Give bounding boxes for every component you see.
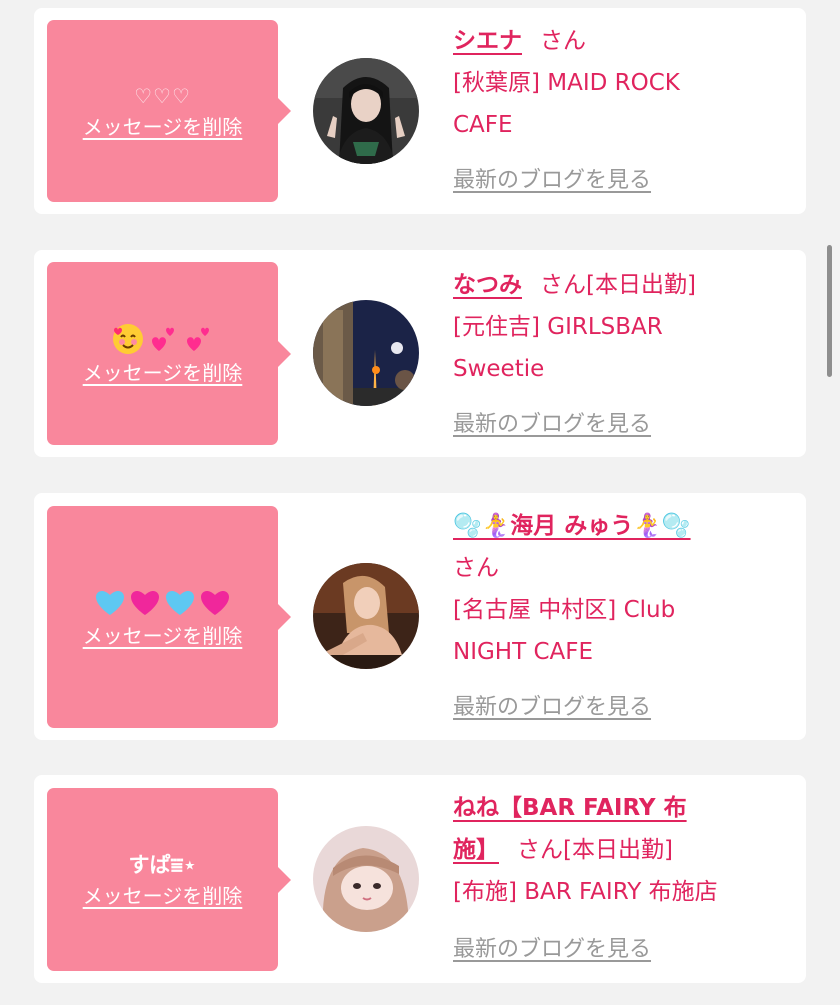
pink-heart-icon [199, 587, 231, 617]
cast-info: シエナ さん [秋葉原] MAID ROCK CAFE [453, 20, 793, 146]
shop-line-2: NIGHT CAFE [453, 639, 594, 665]
cast-name-link-continued[interactable]: 施】 [453, 837, 499, 863]
status-badge: [本日出勤] [563, 837, 673, 863]
shop-line-2: CAFE [453, 112, 513, 138]
pink-heart-icon [129, 587, 161, 617]
shop-line-2: Sweetie [453, 356, 545, 382]
name-row: なつみ さん[本日出勤] [453, 264, 793, 306]
latest-blog-link[interactable]: 最新のブログを見る [453, 693, 651, 723]
latest-blog-link[interactable]: 最新のブログを見る [453, 935, 651, 965]
message-text: ♡♡♡ [134, 84, 191, 108]
name-row: シエナ さん [453, 20, 793, 62]
message-emoji [111, 321, 215, 357]
smiling-face-with-hearts-icon [111, 322, 145, 356]
shop-line-1: [元住吉] GIRLSBAR [453, 314, 663, 340]
message-bubble: ♡♡♡ メッセージを削除 [47, 20, 291, 202]
cast-card: メッセージを削除 なつみ さん[本日出勤] [元住吉] GIRLSBAR Swee… [34, 250, 806, 457]
cast-card: メッセージを削除 🫧🧜‍♀️海月 みゅう🧜‍♀️🫧 さん [名古屋 中村区] C… [34, 493, 806, 740]
honorific: さん [540, 272, 586, 298]
favorites-list: ♡♡♡ メッセージを削除 シエナさん [秋葉原] MAID ROCK CAFE [0, 0, 840, 1005]
latest-blog-link[interactable]: 最新のブログを見る [453, 410, 651, 440]
cast-info: ねね【BAR FAIRY 布 施】 さん[本日出勤] [布施] BAR FAIRY… [453, 787, 793, 913]
name-row: 🫧🧜‍♀️海月 みゅう🧜‍♀️🫧 [453, 505, 793, 547]
cast-info: なつみ さん[本日出勤] [元住吉] GIRLSBAR Sweetie [453, 264, 793, 390]
message-bubble: メッセージを削除 [47, 262, 291, 445]
two-hearts-icon [148, 323, 180, 355]
avatar[interactable] [313, 58, 419, 164]
light-blue-heart-icon [164, 587, 196, 617]
honorific: さん [453, 555, 499, 581]
cast-name-link[interactable]: なつみ [453, 272, 522, 298]
shop-line-1: [秋葉原] MAID ROCK [453, 70, 680, 96]
cast-info: 🫧🧜‍♀️海月 みゅう🧜‍♀️🫧 さん [名古屋 中村区] Club NIGHT… [453, 505, 793, 673]
delete-message-link[interactable]: メッセージを削除 [83, 882, 243, 910]
cast-card: ♡♡♡ メッセージを削除 シエナさん [秋葉原] MAID ROCK CAFE [34, 8, 806, 214]
honorific: さん [540, 28, 586, 54]
two-hearts-icon [183, 323, 215, 355]
cast-name-link[interactable]: 🫧🧜‍♀️海月 みゅう🧜‍♀️🫧 [453, 513, 691, 539]
status-badge: [本日出勤] [586, 272, 696, 298]
scrollbar[interactable] [827, 245, 832, 377]
avatar[interactable] [313, 826, 419, 932]
message-bubble: メッセージを削除 [47, 506, 291, 728]
delete-message-link[interactable]: メッセージを削除 [83, 622, 243, 650]
light-blue-heart-icon [94, 587, 126, 617]
avatar[interactable] [313, 563, 419, 669]
cast-name-link[interactable]: ねね【BAR FAIRY 布 [453, 787, 687, 829]
delete-message-link[interactable]: メッセージを削除 [83, 359, 243, 387]
shop-line-1: [名古屋 中村区] Club [453, 597, 676, 623]
delete-message-link[interactable]: メッセージを削除 [83, 113, 243, 141]
cast-card: すぱ⩸⋆ メッセージを削除 ねね【BAR FAIRY 布 施】 さん[本日出勤] … [34, 775, 806, 983]
shop-line-1: [布施] BAR FAIRY 布施店 [453, 879, 718, 905]
name-row: 施】 さん[本日出勤] [453, 829, 793, 871]
cast-name-link[interactable]: シエナ [453, 28, 522, 54]
message-text: すぱ⩸⋆ [128, 852, 197, 877]
honorific: さん [517, 837, 563, 863]
message-emoji [94, 584, 231, 620]
message-bubble: すぱ⩸⋆ メッセージを削除 [47, 788, 291, 971]
avatar[interactable] [313, 300, 419, 406]
latest-blog-link[interactable]: 最新のブログを見る [453, 166, 651, 196]
